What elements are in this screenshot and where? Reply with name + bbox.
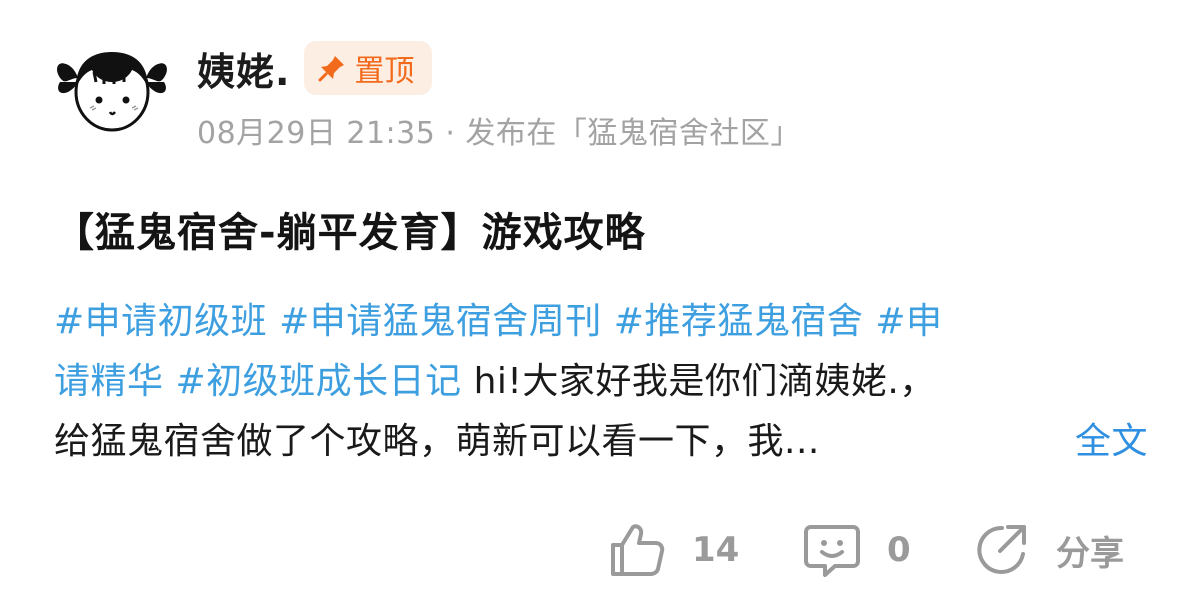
hashtag-link[interactable]: #申请初级班 bbox=[54, 301, 267, 342]
post-body-line-3: 给猛鬼宿舍做了个攻略，萌新可以看一下，我... bbox=[54, 412, 1154, 472]
share-arrow-icon bbox=[977, 525, 1026, 574]
author-avatar[interactable] bbox=[54, 42, 170, 132]
hashtag-link[interactable]: #申请猛鬼宿舍周刊 bbox=[279, 301, 602, 342]
pinned-label: 置顶 bbox=[354, 54, 415, 89]
like-count: 14 bbox=[692, 530, 740, 570]
post-actions: 14 0 分享 bbox=[0, 515, 1199, 585]
hashtag-link[interactable]: #推荐猛鬼宿舍 bbox=[614, 301, 864, 342]
post-text: 给猛鬼宿舍做了个攻略，萌新可以看一下，我... bbox=[54, 421, 820, 462]
share-label: 分享 bbox=[1056, 533, 1124, 574]
author-name[interactable]: 姨姥. bbox=[197, 41, 290, 96]
hashtag-link[interactable]: #初级班成长日记 bbox=[175, 361, 461, 402]
pinned-badge: 置顶 bbox=[304, 41, 433, 95]
comment-button[interactable]: 0 bbox=[803, 515, 911, 585]
post-text: hi!大家好我是你们滴姨姥.， bbox=[473, 361, 936, 402]
chat-bubble-smile-icon bbox=[804, 525, 860, 577]
cartoon-girl-avatar-icon bbox=[57, 52, 167, 132]
post-meta: 08月29日 21:35 · 发布在「猛鬼宿舍社区」 bbox=[197, 108, 801, 152]
pushpin-icon bbox=[318, 56, 345, 82]
like-button[interactable]: 14 bbox=[608, 515, 739, 585]
share-button[interactable]: 分享 bbox=[972, 515, 1124, 585]
hashtag-link[interactable]: #申 bbox=[875, 301, 942, 342]
full-text-link[interactable]: 全文 bbox=[1075, 412, 1154, 472]
meta-separator: · bbox=[445, 116, 456, 151]
post-card[interactable]: 姨姥. 置顶 08月29日 21:35 · 发布在「猛鬼宿舍社区」 【猛鬼宿舍-躺平… bbox=[0, 0, 1199, 604]
post-body-line-2: 请精华 #初级班成长日记 hi!大家好我是你们滴姨姥.， bbox=[54, 352, 1154, 412]
post-title[interactable]: 【猛鬼宿舍-躺平发育】游戏攻略 bbox=[54, 200, 646, 258]
post-body[interactable]: #申请初级班 #申请猛鬼宿舍周刊 #推荐猛鬼宿舍 #申 请精华 #初级班成长日记… bbox=[54, 292, 1154, 472]
posted-in-community[interactable]: 发布在「猛鬼宿舍社区」 bbox=[465, 116, 801, 151]
author-row: 姨姥. 置顶 bbox=[197, 38, 433, 98]
thumbs-up-icon bbox=[611, 524, 665, 576]
hashtag-link[interactable]: 请精华 bbox=[54, 361, 164, 402]
post-date: 08月29日 21:35 bbox=[197, 116, 436, 151]
post-body-line-1: #申请初级班 #申请猛鬼宿舍周刊 #推荐猛鬼宿舍 #申 bbox=[54, 292, 1154, 352]
comment-count: 0 bbox=[887, 530, 911, 570]
